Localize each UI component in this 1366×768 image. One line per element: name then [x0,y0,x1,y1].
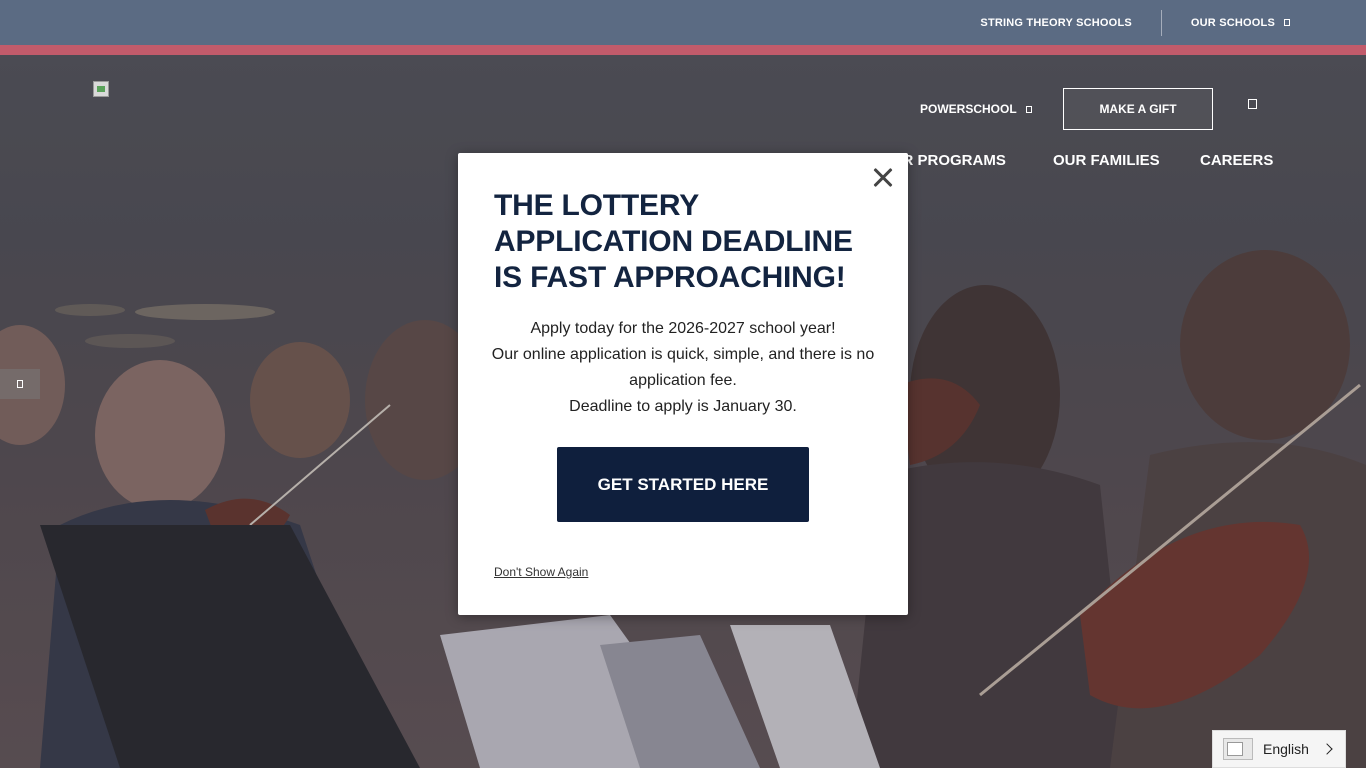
modal-body-line: Our online application is quick, simple,… [491,346,875,389]
flag-icon [1223,738,1253,760]
dont-show-again-link[interactable]: Don't Show Again [494,565,588,579]
make-a-gift-label: MAKE A GIFT [1099,102,1177,116]
our-schools-dropdown[interactable]: OUR SCHOOLS [1191,17,1290,29]
lottery-modal: THE LOTTERY APPLICATION DEADLINE IS FAST… [458,153,908,615]
pause-icon [17,380,23,388]
search-icon[interactable] [1248,99,1257,109]
utility-divider [1160,9,1162,36]
utility-bar: STRING THEORY SCHOOLS OUR SCHOOLS [0,0,1366,45]
slideshow-pause-button[interactable] [0,369,40,399]
powerschool-label: POWERSCHOOL [920,102,1017,116]
modal-body: Apply today for the 2026-2027 school yea… [488,316,878,420]
powerschool-link[interactable]: POWERSCHOOL [920,102,1032,116]
modal-body-line: Apply today for the 2026-2027 school yea… [530,320,836,337]
nav-item-careers[interactable]: CAREERS [1200,152,1273,169]
chevron-right-icon [1321,743,1333,755]
modal-body-line: Deadline to apply is January 30. [569,398,797,415]
chevron-down-icon [1284,19,1290,26]
get-started-button[interactable]: GET STARTED HERE [557,447,809,522]
get-started-label: GET STARTED HERE [597,474,769,494]
nav-item-our-families[interactable]: OUR FAMILIES [1053,152,1160,169]
string-theory-schools-label: STRING THEORY SCHOOLS [980,16,1132,29]
modal-title: THE LOTTERY APPLICATION DEADLINE IS FAST… [494,189,853,294]
accent-stripe [0,45,1366,55]
language-selector[interactable]: English [1212,730,1346,768]
external-link-icon [1025,105,1032,113]
site-logo[interactable] [93,81,109,97]
make-a-gift-button[interactable]: MAKE A GIFT [1063,88,1213,130]
string-theory-schools-link[interactable]: STRING THEORY SCHOOLS [980,17,1132,29]
language-label: English [1263,741,1309,757]
our-schools-label: OUR SCHOOLS [1190,16,1275,29]
